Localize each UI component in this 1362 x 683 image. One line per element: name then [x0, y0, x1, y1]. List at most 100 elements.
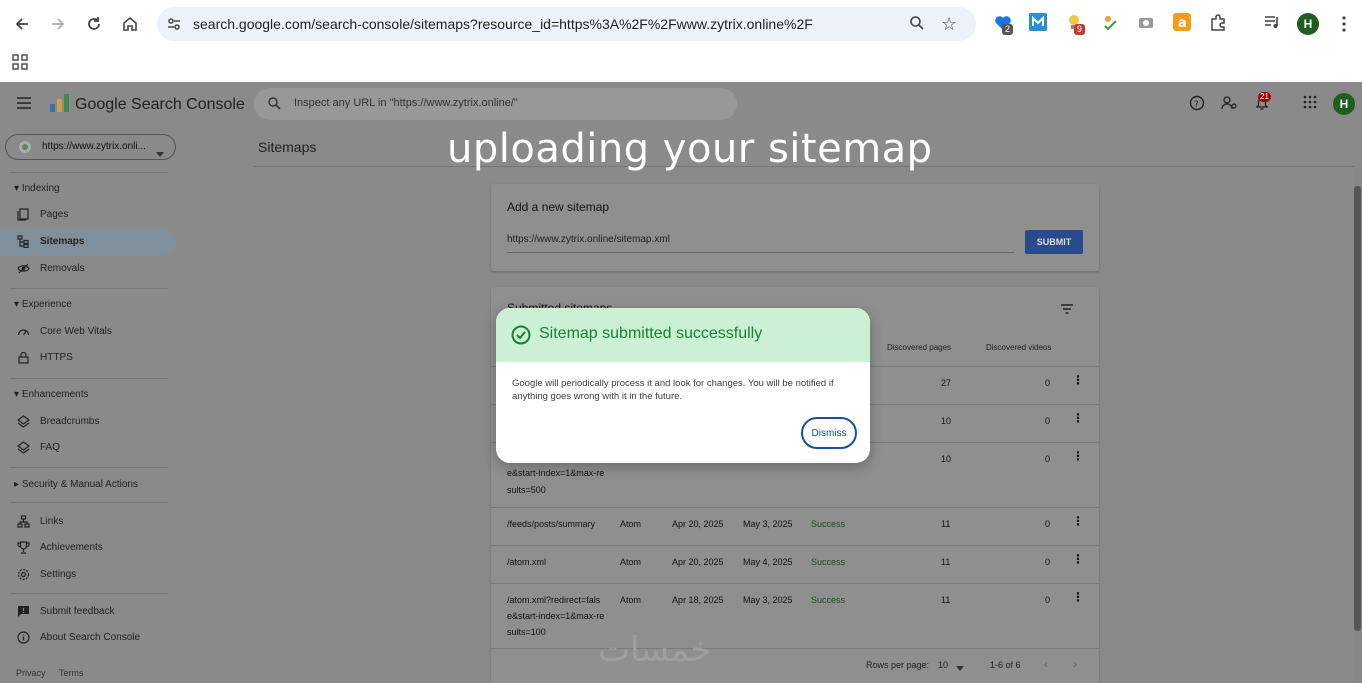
back-icon[interactable] — [10, 12, 34, 36]
extension-bulb-icon[interactable]: 9 — [1065, 13, 1086, 35]
sidebar-item-submit-feedback[interactable]: Submit feedback — [0, 599, 176, 625]
table-cell-status: Success — [811, 519, 846, 529]
browser-menu-icon[interactable] — [1332, 12, 1356, 36]
sidebar-item-label: Breadcrumbs — [40, 416, 100, 427]
property-selector[interactable]: https://www.zytrix.onli... — [5, 134, 176, 160]
sidebar-item-settings[interactable]: Settings — [0, 562, 176, 588]
info-icon — [17, 631, 30, 644]
extension-heart-icon[interactable]: 2 — [993, 13, 1014, 35]
submit-button[interactable]: SUBMIT — [1025, 230, 1083, 254]
site-info-icon[interactable] — [165, 15, 183, 33]
sidebar-item-about[interactable]: About Search Console — [0, 625, 176, 651]
zoom-icon[interactable] — [909, 15, 925, 36]
table-cell-type: Atom — [620, 595, 642, 605]
filter-icon[interactable] — [1061, 301, 1073, 319]
page-scrollbar[interactable] — [1353, 168, 1362, 683]
row-more-icon[interactable]: ⋮ — [1072, 590, 1084, 604]
sidebar-divider — [10, 593, 168, 594]
search-placeholder: Inspect any URL in "https://www.zytrix.o… — [294, 97, 518, 109]
url-inspect-search[interactable]: Inspect any URL in "https://www.zytrix.o… — [254, 88, 737, 120]
terms-link[interactable]: Terms — [59, 668, 84, 678]
sidebar-item-label: Submit feedback — [40, 606, 115, 617]
extension-camera-icon[interactable] — [1137, 13, 1157, 33]
sidebar-item-pages[interactable]: Pages — [0, 202, 176, 228]
extension-m-icon[interactable] — [1029, 13, 1049, 33]
overlay-caption: uploading your sitemap — [447, 126, 933, 172]
feedback-icon — [17, 605, 30, 618]
next-page-icon[interactable]: › — [1073, 657, 1077, 671]
table-cell-sitemap[interactable]: e&start-index=1&max-re — [507, 465, 604, 481]
col-header-discovered-videos[interactable]: Discovered videos — [986, 343, 1051, 352]
extension-badge: 2 — [1002, 24, 1014, 35]
table-cell-pages: 10 — [941, 454, 952, 464]
prev-page-icon[interactable]: ‹ — [1044, 657, 1048, 671]
sidebar-item-core-web-vitals[interactable]: Core Web Vitals — [0, 319, 176, 345]
eye-off-icon — [17, 262, 30, 275]
table-cell-sitemap[interactable]: sults=100 — [507, 624, 546, 640]
table-cell-sitemap[interactable]: e&start-index=1&max-re — [507, 608, 604, 624]
table-cell-last-read: May 4, 2025 — [743, 557, 793, 567]
sidebar-item-sitemaps[interactable]: Sitemaps — [0, 229, 176, 255]
extensions-puzzle-icon[interactable] — [1209, 13, 1229, 33]
row-more-icon[interactable]: ⋮ — [1072, 411, 1084, 425]
media-controls-icon[interactable] — [1263, 13, 1283, 33]
table-cell-sitemap[interactable]: sults=500 — [507, 482, 546, 498]
table-cell-last-read: May 3, 2025 — [743, 595, 793, 605]
extension-amazon-icon[interactable]: a — [1173, 13, 1193, 33]
table-cell-videos: 0 — [1045, 557, 1051, 567]
sidebar-divider — [10, 502, 168, 503]
scrollbar-thumb[interactable] — [1354, 186, 1361, 631]
reload-icon[interactable] — [82, 12, 106, 36]
account-avatar[interactable]: H — [1333, 93, 1355, 115]
notification-count-badge: 21 — [1258, 92, 1271, 102]
bookmark-star-icon[interactable]: ☆ — [941, 14, 957, 35]
row-more-icon[interactable]: ⋮ — [1072, 552, 1084, 566]
sidebar-item-faq[interactable]: FAQ — [0, 435, 176, 461]
table-cell-sitemap[interactable]: /atom.xml?redirect=fals — [507, 592, 600, 608]
caret-right-icon: ▸ — [14, 479, 20, 490]
forward-icon[interactable] — [46, 12, 70, 36]
section-label: Enhancements — [21, 389, 89, 400]
dismiss-button[interactable]: Dismiss — [801, 417, 857, 449]
sidebar-section-security[interactable]: ▸ Security & Manual Actions — [14, 479, 138, 490]
table-cell-submitted: Apr 18, 2025 — [672, 595, 724, 605]
row-more-icon[interactable]: ⋮ — [1072, 514, 1084, 528]
section-label: Indexing — [21, 183, 60, 194]
row-more-icon[interactable]: ⋮ — [1072, 373, 1084, 387]
table-cell-pages: 10 — [941, 416, 952, 426]
sidebar-item-https[interactable]: HTTPS — [0, 345, 176, 371]
col-header-discovered-pages[interactable]: Discovered pages — [887, 343, 951, 352]
dialog-header: Sitemap submitted successfully — [496, 308, 870, 362]
row-more-icon[interactable]: ⋮ — [1072, 449, 1084, 463]
bookmarks-apps-icon[interactable] — [12, 54, 28, 75]
sidebar-item-breadcrumbs[interactable]: Breadcrumbs — [0, 409, 176, 435]
app-logo-text[interactable]: Google Search Console — [75, 96, 245, 114]
section-label: Security & Manual Actions — [21, 479, 138, 490]
address-bar[interactable]: search.google.com/search-console/sitemap… — [157, 7, 976, 41]
browser-profile-avatar[interactable]: H — [1297, 13, 1319, 35]
extension-check-icon[interactable] — [1101, 13, 1121, 33]
apps-grid-icon[interactable] — [1303, 95, 1321, 113]
sidebar-item-removals[interactable]: Removals — [0, 256, 176, 282]
rows-per-page-select[interactable]: 10 — [938, 660, 948, 670]
table-cell-sitemap[interactable]: /feeds/posts/summary — [507, 516, 595, 532]
dialog-title: Sitemap submitted successfully — [539, 325, 763, 342]
sidebar-section-indexing[interactable]: ▾ Indexing — [14, 183, 60, 194]
privacy-link[interactable]: Privacy — [16, 668, 46, 678]
hamburger-menu-icon[interactable] — [16, 96, 32, 115]
table-cell-sitemap[interactable]: /atom.xml — [507, 554, 546, 570]
pagination-range: 1-6 of 6 — [990, 660, 1021, 670]
manage-users-icon[interactable] — [1221, 95, 1239, 113]
dialog-body: Google will periodically process it and … — [512, 378, 834, 402]
home-icon[interactable] — [118, 12, 142, 36]
sidebar-item-links[interactable]: Links — [0, 509, 176, 535]
chevron-down-icon[interactable] — [956, 663, 964, 673]
table-cell-videos: 0 — [1045, 416, 1051, 426]
sidebar-section-enhancements[interactable]: ▾ Enhancements — [14, 389, 89, 400]
table-cell-status: Success — [811, 557, 846, 567]
sidebar-item-achievements[interactable]: Achievements — [0, 535, 176, 561]
table-cell-last-read: May 3, 2025 — [743, 519, 793, 529]
help-icon[interactable]: ? — [1189, 95, 1207, 113]
sidebar-section-experience[interactable]: ▾ Experience — [14, 299, 72, 310]
sitemap-url-input[interactable]: https://www.zytrix.online/sitemap.xml — [507, 234, 670, 245]
